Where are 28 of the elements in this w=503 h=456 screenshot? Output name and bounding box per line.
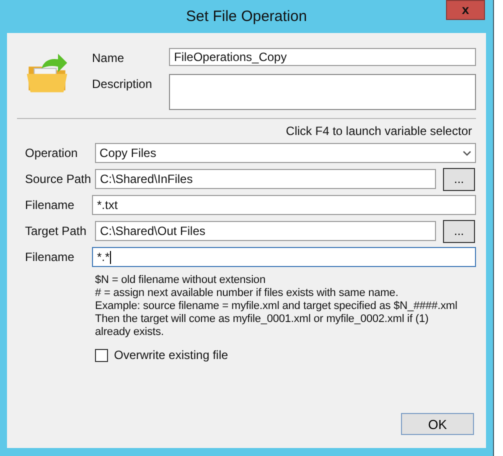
browse-button[interactable]: ... <box>443 168 475 190</box>
window-title: Set File Operation <box>186 8 307 25</box>
overwrite-checkbox[interactable] <box>95 348 108 362</box>
help-text: # = assign next available number if files exists with same name. <box>95 287 400 300</box>
field-label: Target Path <box>25 224 88 238</box>
variable-hint: Click F4 to launch variable selector <box>286 124 472 138</box>
description-label: Description <box>92 76 154 91</box>
ok-button[interactable]: OK <box>401 413 474 435</box>
name-field[interactable]: FileOperations_Copy <box>169 48 476 66</box>
path-field[interactable]: C:\Shared\InFiles <box>95 169 436 189</box>
field-label: Source Path <box>25 172 92 186</box>
help-text: Example: source filename = myfile.xml and target specified as $N_####.xml <box>95 300 458 313</box>
overwrite-label: Overwrite existing file <box>114 348 228 362</box>
path-field[interactable]: C:\Shared\Out Files <box>95 221 436 241</box>
filename-field[interactable]: *.* <box>92 247 476 267</box>
help-text: already exists. <box>95 326 165 339</box>
close-button[interactable]: x <box>446 0 485 20</box>
browse-button[interactable]: ... <box>443 220 475 242</box>
operation-dropdown[interactable]: Copy Files <box>94 143 476 163</box>
chevron-down-icon <box>463 150 471 156</box>
help-text: Then the target will come as myfile_0001.xml or myfile_0002.xml if (1) <box>95 313 430 326</box>
filename-field[interactable]: *.txt <box>92 195 476 215</box>
description-field[interactable] <box>169 74 476 110</box>
help-text: $N = old filename without extension <box>95 274 266 287</box>
field-label: Operation <box>25 146 79 160</box>
field-label: Filename <box>25 250 76 264</box>
field-label: Filename <box>25 198 76 212</box>
name-label: Name <box>92 50 126 65</box>
